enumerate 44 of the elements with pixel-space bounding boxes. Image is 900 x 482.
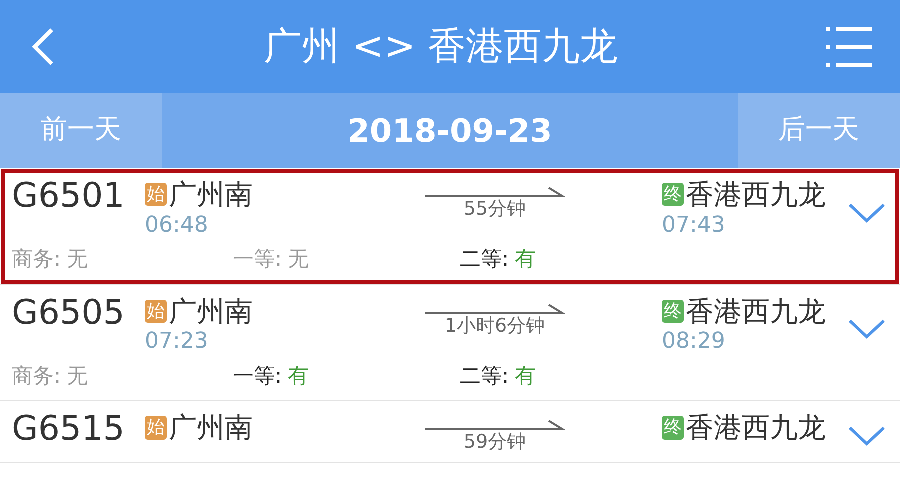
station-name: 香港西九龙: [686, 411, 826, 445]
time-label: 06:48: [145, 212, 210, 240]
seat-class-label: 二等:: [460, 247, 510, 272]
train-number: G6515: [12, 409, 125, 450]
time-label: 07:23: [145, 328, 210, 356]
availability-label: 有: [515, 247, 536, 272]
destination-badge: 终: [662, 300, 684, 324]
time-label: 07:43: [662, 212, 726, 240]
duration-label: 55分钟: [464, 198, 526, 221]
origin-badge: 始: [145, 300, 167, 324]
destination-badge: 终: [662, 416, 684, 440]
station-name: 香港西九龙: [686, 178, 826, 212]
time-label: 08:29: [662, 328, 726, 356]
duration-label: 1小时6分钟: [444, 314, 546, 338]
availability-label: 有: [288, 364, 310, 388]
train-row[interactable]: G6505 始 广州南 07:23 1小时6分钟 终 香港西九龙 08:29 商务: 无 一等: 有 二等: 有: [0, 284, 900, 402]
date-label: 2018-09-23: [348, 110, 552, 152]
origin-badge: 始: [145, 416, 167, 440]
destination-badge: 终: [662, 183, 684, 206]
duration-label: 59分钟: [464, 431, 526, 454]
seat-class-label: 一等:: [233, 364, 282, 388]
station-name: 广州南: [169, 411, 253, 445]
train-number: G6501: [12, 176, 125, 216]
seat-class-label: 一等:: [233, 247, 282, 272]
availability-label: 无: [67, 247, 88, 272]
menu-button[interactable]: [826, 24, 872, 68]
seat-class-label: 商务:: [12, 364, 62, 388]
station-name: 广州南: [169, 294, 253, 328]
seat-class-label: 商务:: [12, 247, 62, 272]
page-title: 广州 <> 香港西九龙: [264, 23, 618, 70]
origin-badge: 始: [145, 183, 167, 206]
station-name: 广州南: [169, 178, 253, 212]
availability-label: 无: [288, 247, 310, 272]
seat-class-label: 二等:: [460, 364, 510, 388]
chevron-down-icon[interactable]: [848, 425, 886, 448]
chevron-down-icon[interactable]: [848, 202, 886, 224]
availability-label: 无: [67, 364, 88, 388]
train-number: G6505: [12, 292, 125, 333]
train-row[interactable]: G6515 始 广州南 59分钟 终 香港西九龙: [0, 401, 900, 464]
back-button[interactable]: [30, 26, 56, 66]
availability-label: 有: [515, 364, 536, 388]
highlighted-train-row[interactable]: G6501 始 广州南 06:48 55分钟 终 香港西九龙 07:43 商务: 无 一等: 无 二等: 有: [0, 168, 900, 285]
chevron-down-icon[interactable]: [848, 318, 886, 340]
station-name: 香港西九龙: [686, 294, 826, 328]
